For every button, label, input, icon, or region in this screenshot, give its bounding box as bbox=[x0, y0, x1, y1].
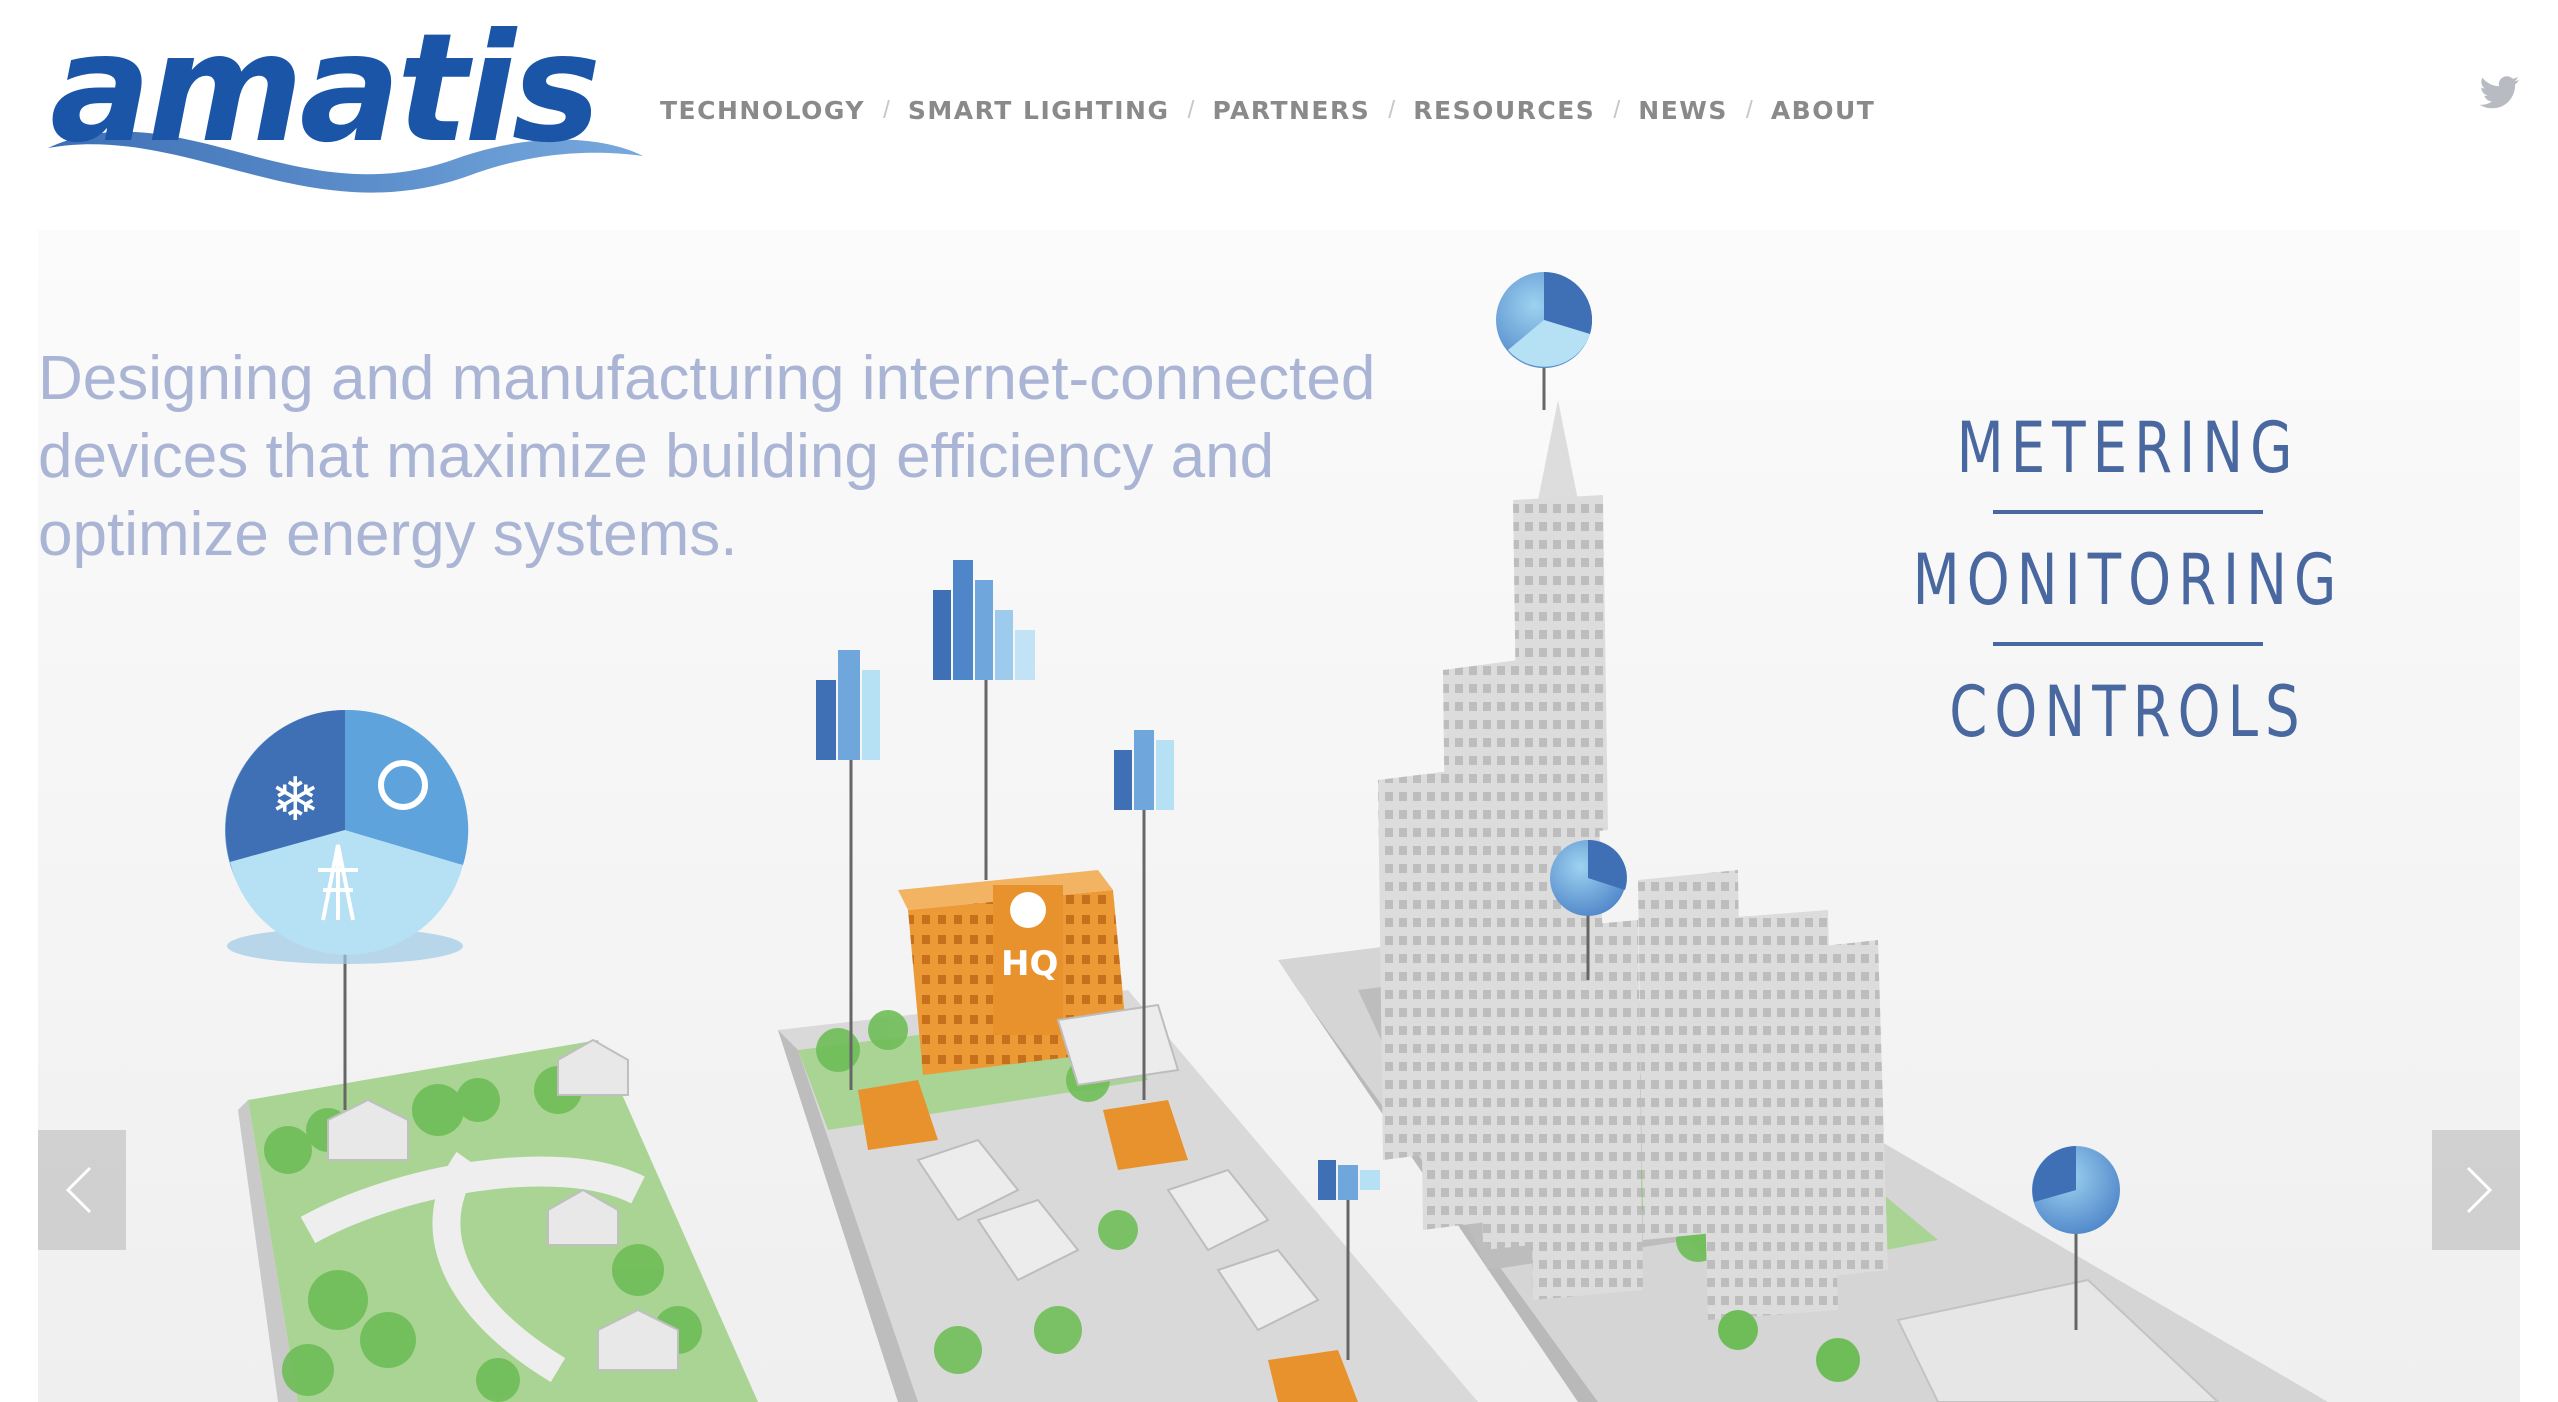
hero-tagline: Designing and manufacturing internet-con… bbox=[38, 340, 1438, 574]
nav-technology[interactable]: TECHNOLOGY bbox=[660, 96, 865, 125]
slider-next-button[interactable] bbox=[2432, 1130, 2520, 1250]
hero-slider: ❄ HQ Designing and manufacturing interne… bbox=[38, 230, 2520, 1402]
main-nav: TECHNOLOGY / SMART LIGHTING / PARTNERS /… bbox=[660, 96, 1875, 125]
nav-about[interactable]: ABOUT bbox=[1771, 96, 1876, 125]
feature-list: METERING MONITORING CONTROLS bbox=[1798, 400, 2458, 760]
svg-text:❄: ❄ bbox=[270, 765, 320, 835]
tagline-line: optimize energy systems. bbox=[38, 500, 738, 569]
hq-label: HQ bbox=[1001, 944, 1058, 984]
nav-separator: / bbox=[882, 96, 890, 124]
nav-resources[interactable]: RESOURCES bbox=[1413, 96, 1595, 125]
nav-separator: / bbox=[1745, 96, 1753, 124]
nav-separator: / bbox=[1388, 96, 1396, 124]
chevron-left-icon bbox=[65, 1166, 92, 1214]
feature-monitoring: MONITORING bbox=[1912, 539, 2344, 621]
feature-divider bbox=[1993, 642, 2263, 646]
nav-news[interactable]: NEWS bbox=[1638, 96, 1728, 125]
tagline-line: devices that maximize building efficienc… bbox=[38, 422, 1275, 491]
tagline-line: Designing and manufacturing internet-con… bbox=[38, 344, 1376, 413]
chevron-right-icon bbox=[2466, 1166, 2493, 1214]
nav-separator: / bbox=[1187, 96, 1195, 124]
feature-metering: METERING bbox=[1956, 407, 2300, 489]
nav-smart-lighting[interactable]: SMART LIGHTING bbox=[908, 96, 1170, 125]
twitter-icon[interactable] bbox=[2480, 76, 2520, 110]
feature-controls: CONTROLS bbox=[1949, 671, 2307, 753]
nav-partners[interactable]: PARTNERS bbox=[1212, 96, 1370, 125]
slider-prev-button[interactable] bbox=[38, 1130, 126, 1250]
logo-wordmark: amatis bbox=[50, 18, 597, 176]
feature-divider bbox=[1993, 510, 2263, 514]
amatis-logo[interactable]: amatis bbox=[38, 18, 658, 208]
nav-separator: / bbox=[1613, 96, 1621, 124]
